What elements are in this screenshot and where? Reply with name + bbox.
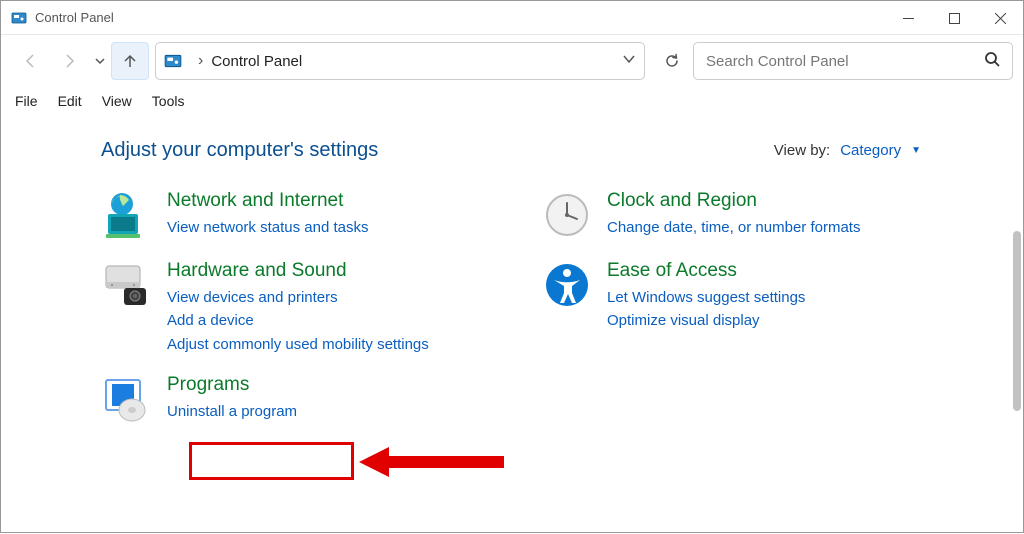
back-button[interactable] (11, 42, 49, 80)
category-link[interactable]: Uninstall a program (167, 400, 481, 423)
category-link[interactable]: View devices and printers (167, 286, 481, 309)
address-history-dropdown[interactable] (622, 52, 636, 71)
category-link[interactable]: View network status and tasks (167, 216, 481, 239)
category-link[interactable]: Add a device (167, 309, 481, 332)
maximize-button[interactable] (931, 1, 977, 35)
category-network: Network and Internet View network status… (101, 190, 481, 242)
category-title[interactable]: Programs (167, 374, 481, 396)
category-link[interactable]: Optimize visual display (607, 309, 921, 332)
highlight-annotation (189, 442, 354, 480)
viewby-value: Category (840, 142, 901, 159)
category-link[interactable]: Let Windows suggest settings (607, 286, 921, 309)
category-clock: Clock and Region Change date, time, or n… (541, 190, 921, 242)
close-button[interactable] (977, 1, 1023, 35)
menu-view[interactable]: View (94, 91, 140, 111)
category-programs: Programs Uninstall a program (101, 374, 481, 426)
search-input[interactable] (706, 53, 984, 70)
clock-icon (541, 190, 593, 242)
category-link[interactable]: Adjust commonly used mobility settings (167, 333, 481, 356)
forward-button[interactable] (51, 42, 89, 80)
viewby-label: View by: (774, 142, 830, 159)
network-icon (101, 190, 153, 242)
chevron-down-icon: ▼ (911, 145, 921, 156)
menu-tools[interactable]: Tools (144, 91, 193, 111)
category-title[interactable]: Ease of Access (607, 260, 921, 282)
category-link[interactable]: Change date, time, or number formats (607, 216, 921, 239)
accessibility-icon (541, 260, 593, 312)
hardware-icon (101, 260, 153, 312)
category-title[interactable]: Clock and Region (607, 190, 921, 212)
refresh-button[interactable] (653, 42, 691, 80)
minimize-button[interactable] (885, 1, 931, 35)
address-bar[interactable]: › Control Panel (155, 42, 645, 80)
content-area: Adjust your computer's settings View by:… (1, 115, 1023, 534)
up-button[interactable] (111, 42, 149, 80)
category-title[interactable]: Network and Internet (167, 190, 481, 212)
search-box[interactable] (693, 42, 1013, 80)
category-ease-access: Ease of Access Let Windows suggest setti… (541, 260, 921, 333)
scrollbar-thumb[interactable] (1013, 231, 1021, 411)
title-bar: Control Panel (1, 1, 1023, 35)
page-title: Adjust your computer's settings (101, 139, 378, 162)
window-title: Control Panel (35, 10, 114, 25)
menu-file[interactable]: File (7, 91, 46, 111)
control-panel-icon (164, 52, 182, 70)
programs-icon (101, 374, 153, 426)
search-icon[interactable] (984, 51, 1000, 72)
view-by-selector[interactable]: View by: Category ▼ (774, 142, 921, 159)
control-panel-icon (11, 10, 27, 26)
recent-locations-dropdown[interactable] (91, 42, 109, 80)
menu-bar: File Edit View Tools (1, 87, 1023, 115)
chevron-right-icon: › (198, 52, 203, 70)
category-hardware: Hardware and Sound View devices and prin… (101, 260, 481, 356)
menu-edit[interactable]: Edit (50, 91, 90, 111)
category-title[interactable]: Hardware and Sound (167, 260, 481, 282)
navigation-bar: › Control Panel (1, 35, 1023, 87)
breadcrumb-root[interactable]: Control Panel (211, 53, 302, 70)
arrow-annotation (359, 444, 504, 480)
